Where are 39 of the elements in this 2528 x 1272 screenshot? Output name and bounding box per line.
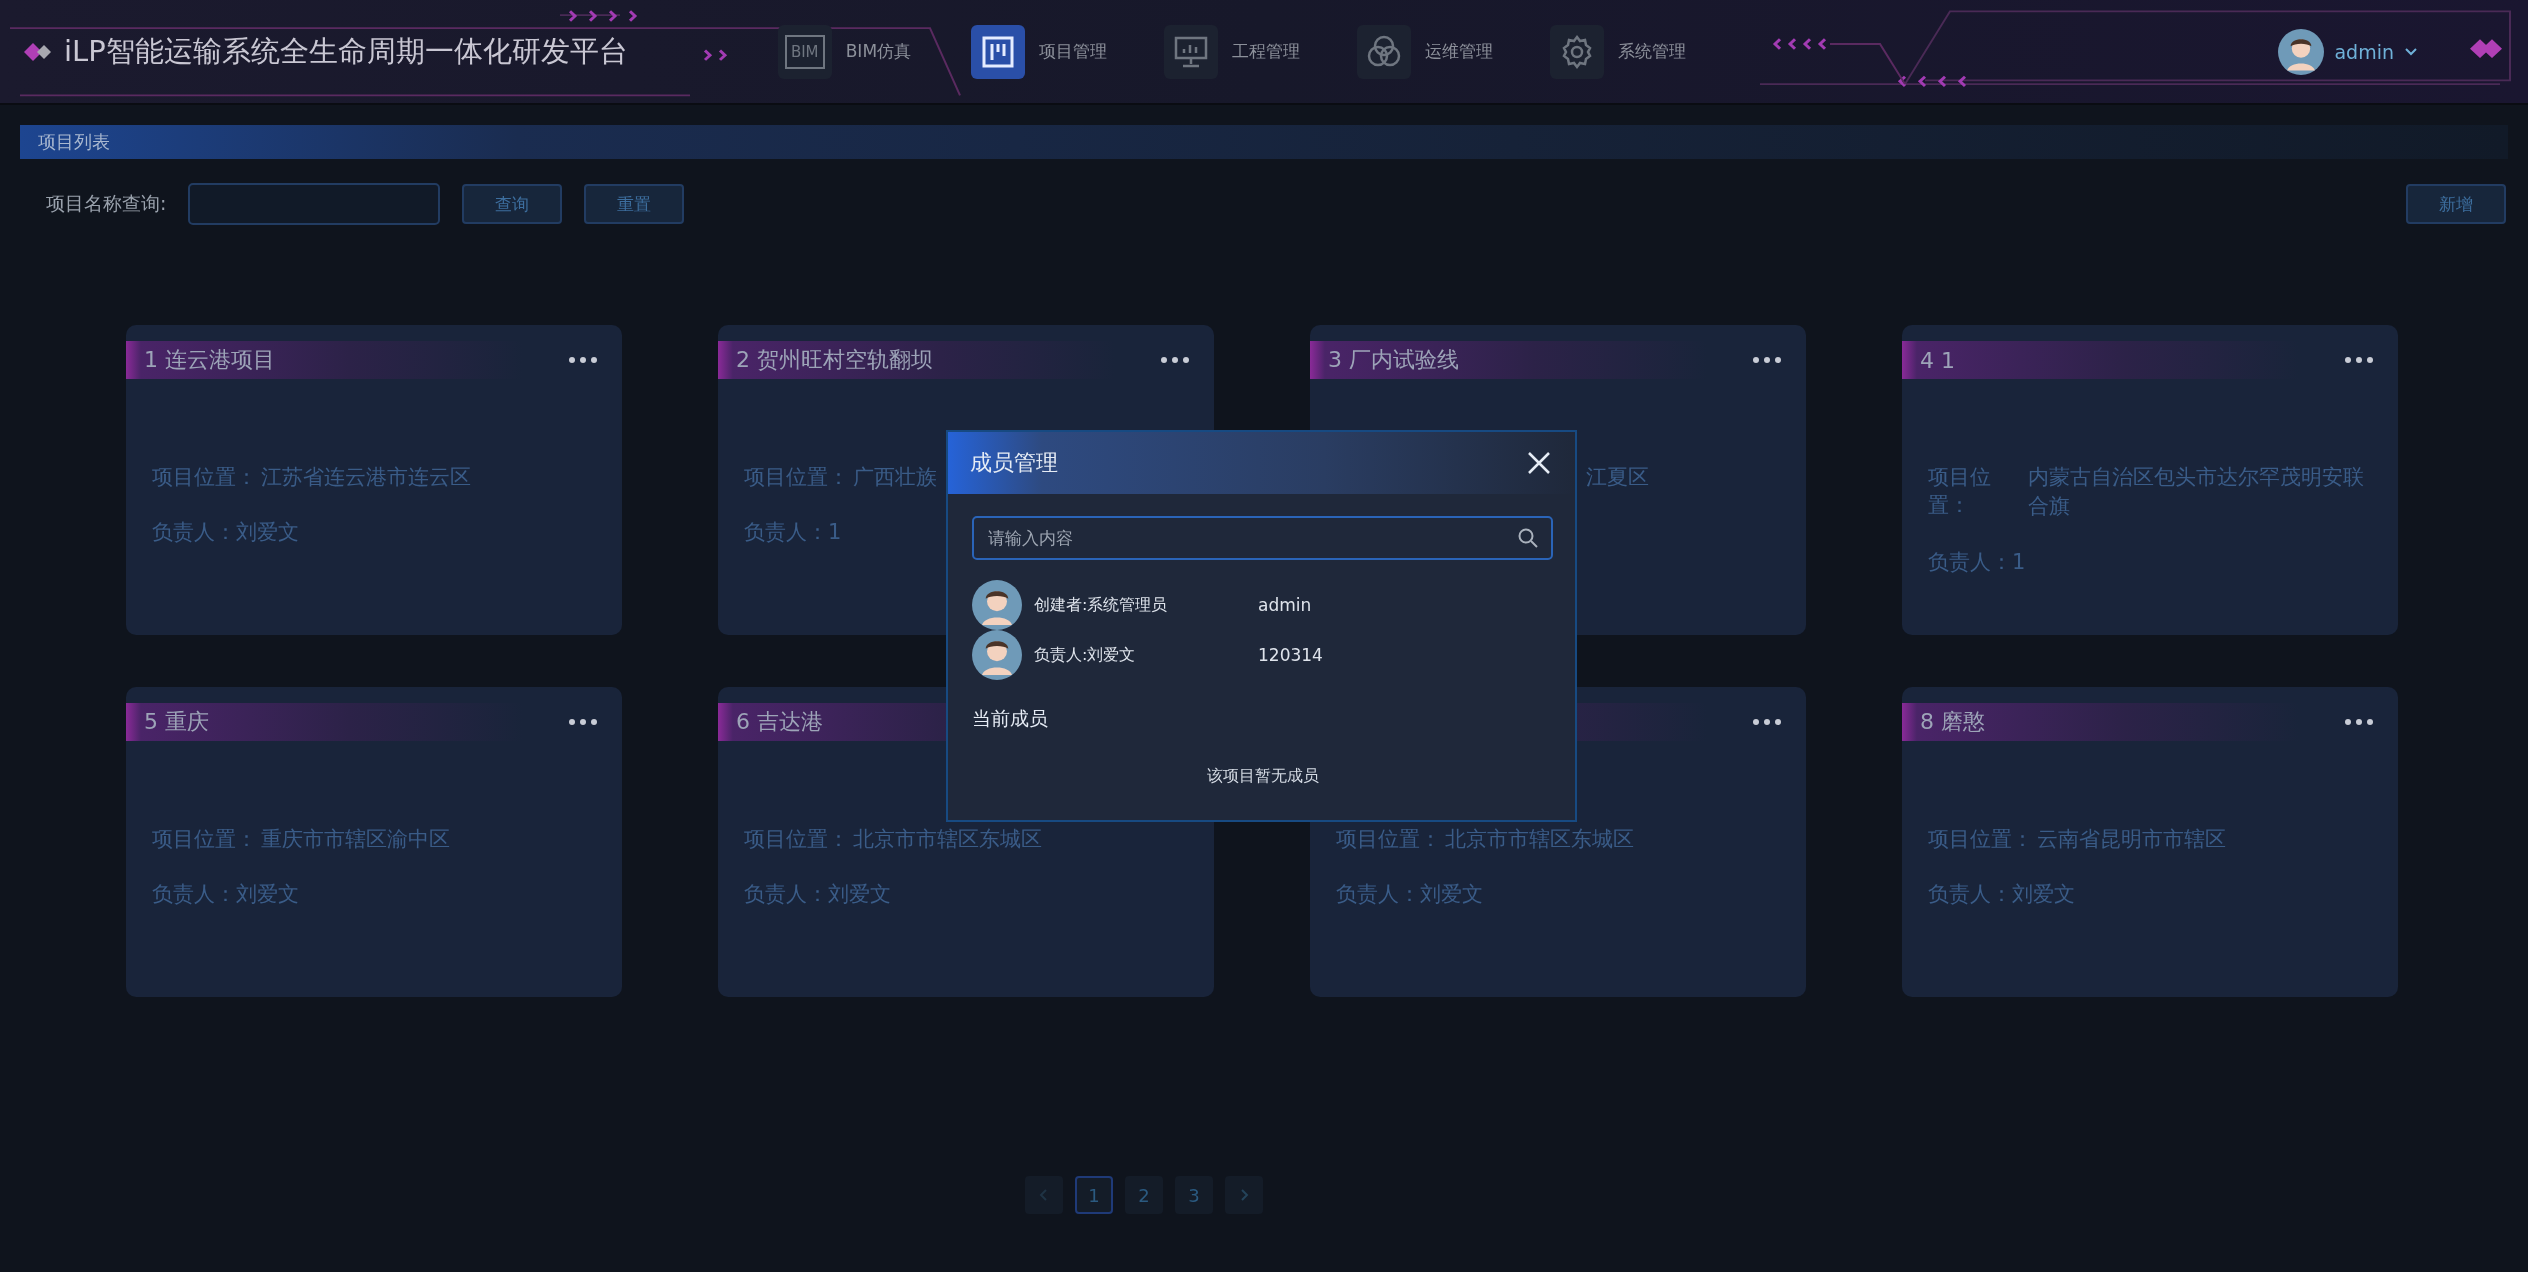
owner-text: 负责人：刘爱文 [152,519,299,547]
location-label: 项目位置： [744,464,849,491]
member-role: 负责人:刘爱文 [1034,644,1137,666]
location-label: 项目位置： [152,826,257,853]
member-id: admin [1258,595,1312,615]
location-value: 北京市市辖区东城区 [1445,826,1634,853]
app-title: iLP智能运输系统全生命周期一体化研发平台 [64,32,628,70]
location-label: 项目位置： [744,826,849,853]
location-value: 江夏区 [1586,464,1649,491]
member-role: 创建者:系统管理员 [1034,594,1169,616]
owner-text: 负责人：1 [1928,548,2026,576]
owner-text: 负责人：刘爱文 [1336,881,1483,909]
dialog-title: 成员管理 [970,449,1058,477]
location-value: 北京市市辖区东城区 [853,826,1042,853]
card-title: 6 吉达港 [736,708,823,736]
member-id: 120314 [1258,645,1323,665]
card-title: 8 磨憨 [1920,708,1985,736]
location-value: 重庆市市辖区渝中区 [261,826,450,853]
location-value: 云南省昆明市市辖区 [2037,826,2226,853]
location-value: 广西壮族 [853,464,937,491]
current-members-heading: 当前成员 [972,706,1049,731]
search-label: 项目名称查询: [46,191,167,216]
owner-text: 负责人：刘爱文 [1928,881,2075,909]
owner-text: 负责人：1 [744,519,842,547]
card-title: 4 1 [1920,347,1955,373]
location-value: 江苏省连云港市连云区 [261,464,471,491]
location-label: 项目位置： [1928,826,2033,853]
location-label: 项目位置： [152,464,257,491]
card-title: 5 重庆 [144,708,209,736]
card-title: 1 连云港项目 [144,346,275,374]
card-title: 2 贺州旺村空轨翻坝 [736,346,933,374]
owner-text: 负责人：刘爱文 [744,881,891,909]
bim-icon: BIM [784,34,825,69]
card-title: 3 厂内试验线 [1328,346,1459,374]
location-label: 项目位置： [1928,464,1992,519]
location-label: 项目位置： [1336,826,1441,853]
location-value: 内蒙古自治区包头市达尔罕茂明安联合旗 [2027,464,2365,521]
owner-text: 负责人：刘爱文 [152,881,299,909]
section-title: 项目列表 [38,130,110,154]
